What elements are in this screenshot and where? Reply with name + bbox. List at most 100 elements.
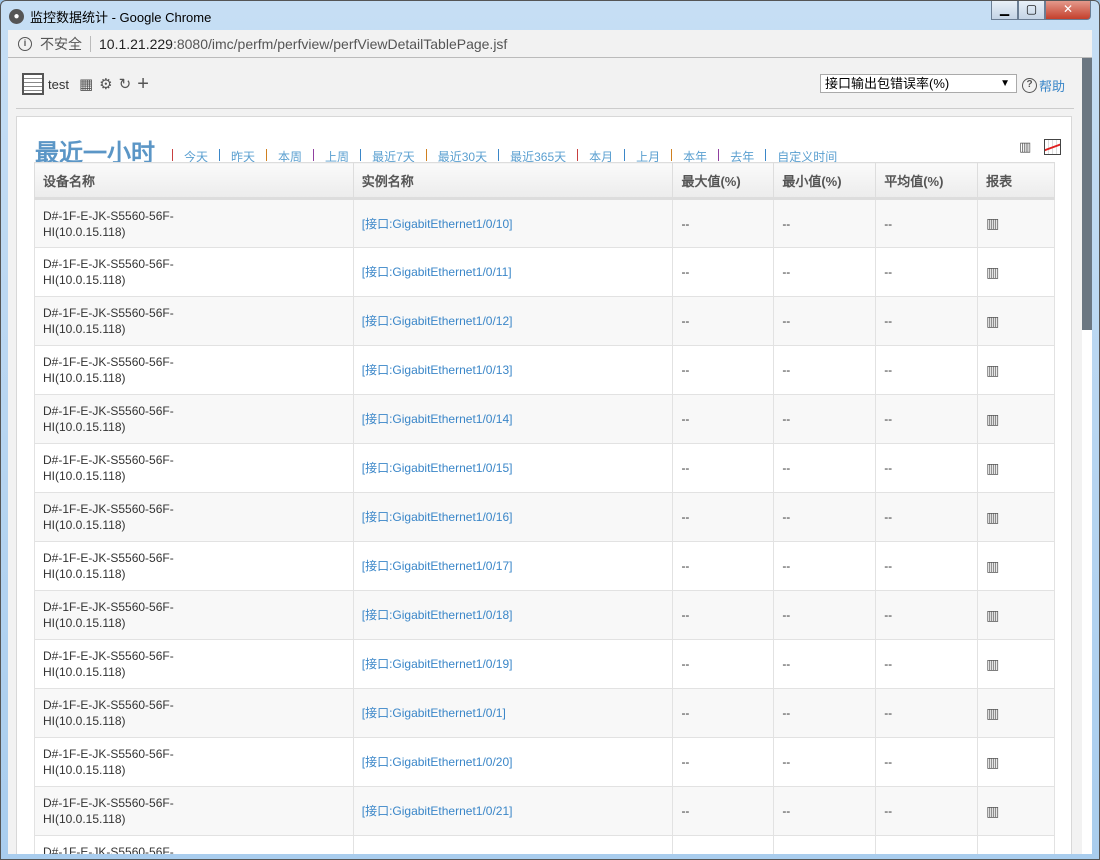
help-link[interactable]: ? 帮助 (1022, 76, 1065, 95)
report-search-icon[interactable]: ▥ (986, 362, 999, 378)
device-name: D#-1F-E-JK-S5560-56F-HI(10.0.15.118) (34, 786, 354, 836)
instance-link[interactable]: [接口:GigabitEthernet1/0/16] (362, 510, 513, 524)
table-row: D#-1F-E-JK-S5560-56F-HI(10.0.15.118) [接口… (34, 198, 1055, 248)
maximize-button[interactable]: ▢ (1018, 1, 1045, 20)
instance-link[interactable]: [接口:GigabitEthernet1/0/13] (362, 363, 513, 377)
device-name-text: D#-1F-E-JK-S5560-56F-HI(10.0.15.118) (43, 404, 174, 434)
avg-value: -- (875, 688, 979, 738)
report-cell: ▥ (977, 492, 1055, 542)
security-label: 不安全 (40, 35, 82, 52)
report-cell: ▥ (977, 247, 1055, 297)
device-name: D#-1F-E-JK-S5560-56F-HI(10.0.15.118) (34, 688, 354, 738)
min-value: -- (773, 296, 877, 346)
scrollbar-thumb[interactable] (1082, 58, 1092, 330)
report-search-icon[interactable]: ▥ (986, 656, 999, 672)
report-search-icon[interactable]: ▥ (986, 460, 999, 476)
report-cell (977, 835, 1055, 854)
range-separator (624, 149, 626, 161)
avg-value: -- (875, 737, 979, 787)
range-separator (266, 149, 268, 161)
device-name-text: D#-1F-E-JK-S5560-56F-HI(10.0.15.118) (43, 698, 174, 728)
table-view-icon[interactable] (22, 73, 44, 95)
report-search-icon[interactable]: ▥ (986, 607, 999, 623)
min-value: -- (773, 443, 877, 493)
device-name: D#-1F-E-JK-S5560-56F-HI(10.0.15.118) (34, 443, 354, 493)
device-name-text: D#-1F-E-JK-S5560-56F-HI(10.0.15.118) (43, 355, 174, 385)
instance-link[interactable]: [接口:GigabitEthernet1/0/14] (362, 412, 513, 426)
instance-link[interactable]: [接口:GigabitEthernet1/0/17] (362, 559, 513, 573)
address-bar[interactable]: i 不安全 10.1.21.229 :8080/imc/perfm/perfvi… (8, 30, 1092, 58)
minimize-button[interactable]: ▁ (991, 1, 1018, 20)
instance-link[interactable]: [接口:GigabitEthernet1/0/10] (362, 217, 513, 231)
instance-cell: [接口:GigabitEthernet1/0/14] (352, 394, 674, 444)
report-search-icon[interactable]: ▥ (986, 754, 999, 770)
info-icon[interactable]: i (18, 36, 32, 51)
min-value: -- (773, 247, 877, 297)
device-name: D#-1F-E-JK-S5560-56F-HI(10.0.15.118) (34, 590, 354, 640)
avg-value: -- (875, 198, 979, 248)
report-cell: ▥ (977, 541, 1055, 591)
table-row: D#-1F-E-JK-S5560-56F-HI(10.0.15.118) [接口… (34, 737, 1055, 787)
instance-link[interactable]: [接口:GigabitEthernet1/0/1] (362, 706, 506, 720)
avg-value: -- (875, 296, 979, 346)
report-cell: ▥ (977, 786, 1055, 836)
avg-value: -- (875, 247, 979, 297)
report-search-icon[interactable]: ▥ (986, 803, 999, 819)
settings-icon[interactable]: ⚙ (99, 75, 112, 93)
instance-link[interactable]: [接口:GigabitEthernet1/0/15] (362, 461, 513, 475)
instance-cell: [接口:GigabitEthernet1/0/10] (352, 198, 674, 248)
report-search-icon[interactable]: ▥ (1019, 139, 1036, 156)
report-search-icon[interactable]: ▥ (986, 411, 999, 427)
table-row: D#-1F-E-JK-S5560-56F-HI(10.0.15.118) [接口… (34, 639, 1055, 689)
report-search-icon[interactable]: ▥ (986, 313, 999, 329)
instance-cell: [接口:GigabitEthernet1/0/11] (352, 247, 674, 297)
scrollbar[interactable] (1082, 58, 1092, 854)
line-chart-icon[interactable] (1044, 139, 1061, 155)
instance-cell: [接口:GigabitEthernet1/0/13] (352, 345, 674, 395)
report-search-icon[interactable]: ▥ (986, 509, 999, 525)
device-name: D#-1F-E-JK-S5560-56F-HI(10.0.15.118) (34, 247, 354, 297)
add-icon[interactable]: + (137, 73, 149, 96)
min-value: -- (773, 345, 877, 395)
report-search-icon[interactable]: ▥ (986, 264, 999, 280)
table-row: D#-1F-E-JK-S5560-56F-HI(10.0.15.118) [接口… (34, 443, 1055, 493)
url-host: 10.1.21.229 (99, 35, 173, 52)
metric-select-value: 接口输出包错误率(%) (825, 76, 950, 91)
range-separator (425, 149, 427, 161)
close-button[interactable]: ✕ (1045, 1, 1091, 20)
avg-value: -- (875, 639, 979, 689)
divider (90, 35, 91, 52)
avg-value: -- (875, 786, 979, 836)
instance-cell: [接口:GigabitEthernet1/0/16] (352, 492, 674, 542)
device-name: D#-1F-E-JK-S5560-56F-HI(10.0.15.118) (34, 835, 354, 854)
report-search-icon[interactable]: ▥ (986, 215, 999, 231)
panel-tools: ▥ (1019, 139, 1061, 156)
report-view-icon[interactable]: ▦ (79, 75, 93, 93)
chevron-down-icon: ▼ (1000, 78, 1010, 89)
instance-link[interactable]: [接口:GigabitEthernet1/0/21] (362, 804, 513, 818)
range-separator (765, 149, 767, 161)
instance-link[interactable]: [接口:GigabitEthernet1/0/11] (362, 265, 512, 279)
report-cell: ▥ (977, 737, 1055, 787)
min-value: -- (773, 198, 877, 248)
avg-value: -- (875, 443, 979, 493)
table-row: D#-1F-E-JK-S5560-56F-HI(10.0.15.118) [接口… (34, 296, 1055, 346)
device-name: D#-1F-E-JK-S5560-56F-HI(10.0.15.118) (34, 345, 354, 395)
instance-link[interactable]: [接口:GigabitEthernet1/0/12] (362, 314, 513, 328)
metric-select[interactable]: 接口输出包错误率(%) ▼ (820, 74, 1017, 93)
range-separator (671, 149, 673, 161)
instance-link[interactable]: [接口:GigabitEthernet1/0/20] (362, 755, 513, 769)
max-value: -- (672, 345, 775, 395)
device-name: D#-1F-E-JK-S5560-56F-HI(10.0.15.118) (34, 394, 354, 444)
max-value: -- (672, 541, 775, 591)
instance-link[interactable]: [接口:GigabitEthernet1/0/18] (362, 608, 513, 622)
report-search-icon[interactable]: ▥ (986, 705, 999, 721)
device-name-text: D#-1F-E-JK-S5560-56F-HI(10.0.15.118) (43, 257, 174, 287)
refresh-icon[interactable]: ↻ (119, 75, 132, 93)
help-icon: ? (1022, 78, 1037, 93)
column-header: 报表 (977, 162, 1055, 200)
report-search-icon[interactable]: ▥ (986, 558, 999, 574)
min-value: -- (773, 394, 877, 444)
range-separator (172, 149, 173, 161)
instance-link[interactable]: [接口:GigabitEthernet1/0/19] (362, 657, 513, 671)
